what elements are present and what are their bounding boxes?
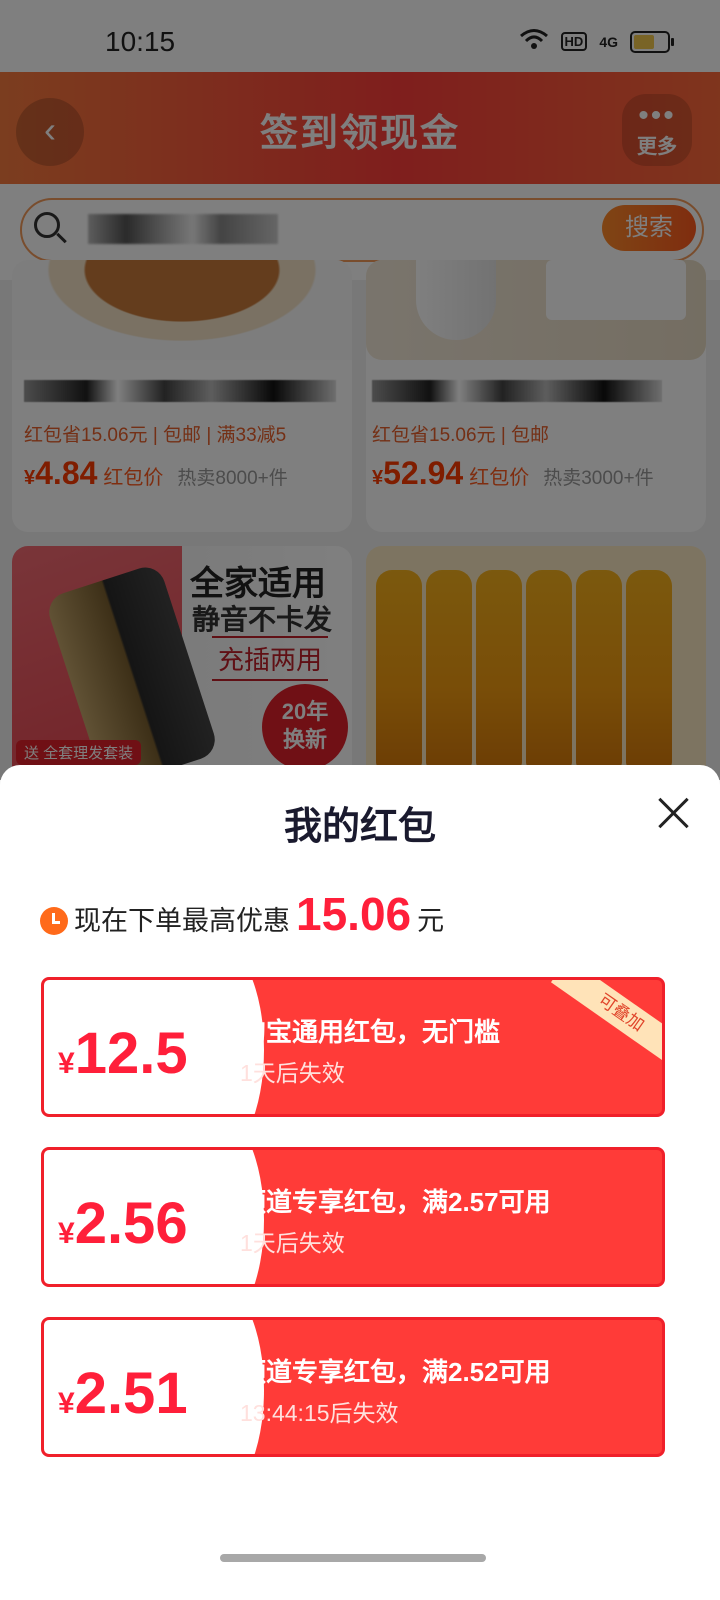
coupon-title: 淘宝通用红包，无门槛	[240, 1017, 501, 1047]
clock-icon	[40, 907, 68, 935]
stackable-ribbon: 可叠加	[550, 980, 662, 1069]
promo-summary: 现在下单最高优惠 15.06 元	[40, 887, 444, 941]
coupon-card[interactable]: ¥2.51 频道专享红包，满2.52可用 13:44:15后失效	[41, 1317, 665, 1457]
promo-amount: 15.06	[296, 888, 412, 940]
red-packet-sheet: 我的红包 现在下单最高优惠 15.06 元 ¥12.5 淘宝通用红包，无门槛 1…	[0, 765, 720, 1600]
coupon-amount: ¥12.5	[58, 1021, 188, 1086]
home-indicator[interactable]	[220, 1554, 486, 1562]
coupon-expiry: 13:44:15后失效	[240, 1400, 399, 1426]
coupon-title: 频道专享红包，满2.57可用	[240, 1187, 551, 1217]
coupon-amount: ¥2.56	[58, 1191, 188, 1256]
coupon-expiry: 1天后失效	[240, 1060, 345, 1086]
coupon-card[interactable]: ¥12.5 淘宝通用红包，无门槛 1天后失效 可叠加	[41, 977, 665, 1117]
close-icon[interactable]	[656, 795, 692, 831]
coupon-amount: ¥2.51	[58, 1361, 188, 1426]
promo-suffix: 元	[417, 906, 445, 936]
coupon-card[interactable]: ¥2.56 频道专享红包，满2.57可用 1天后失效	[41, 1147, 665, 1287]
promo-prefix: 现在下单最高优惠	[74, 906, 290, 936]
modal-backdrop[interactable]	[0, 0, 720, 780]
coupon-expiry: 1天后失效	[240, 1230, 345, 1256]
sheet-title: 我的红包	[283, 806, 436, 848]
coupon-title: 频道专享红包，满2.52可用	[240, 1357, 551, 1387]
